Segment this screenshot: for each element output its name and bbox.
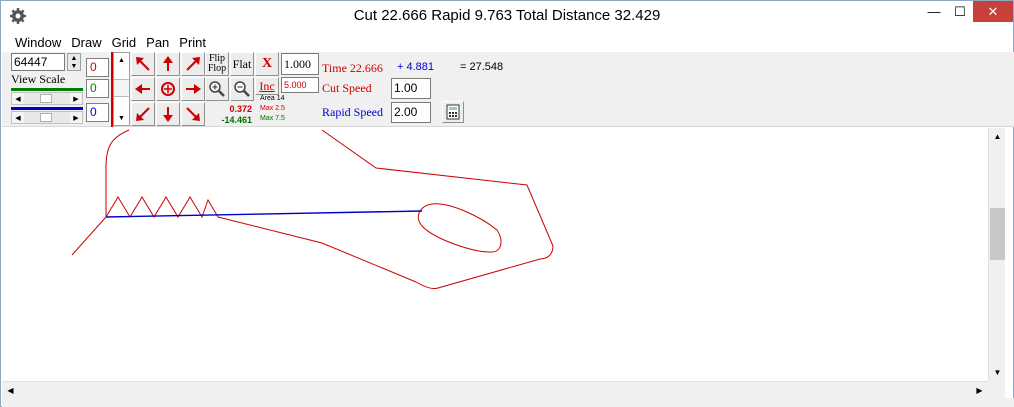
slider-right-icon[interactable]: ▶	[70, 93, 82, 104]
spin-down-icon[interactable]: ▼	[71, 63, 78, 70]
rapid-speed-input[interactable]: 2.00	[391, 102, 431, 123]
move-up-button[interactable]	[156, 52, 180, 76]
spin-up-icon[interactable]: ▲	[71, 55, 78, 62]
crosshair-icon	[161, 82, 175, 96]
arrow-down-left-icon	[136, 107, 150, 121]
zoom-out-icon	[234, 81, 250, 97]
arrow-up-left-icon	[136, 57, 150, 71]
scroll-thumb[interactable]	[114, 79, 129, 97]
arrow-right-icon	[186, 84, 201, 94]
move-down-left-button[interactable]	[131, 102, 155, 126]
move-left-button[interactable]	[131, 77, 155, 101]
arrow-left-icon	[135, 84, 150, 94]
vertical-scroll-thumb[interactable]	[990, 208, 1005, 260]
rapid-speed-label: Rapid Speed	[322, 105, 383, 119]
drawing-canvas[interactable]	[2, 128, 988, 381]
title-bar: Cut 22.666 Rapid 9.763 Total Distance 32…	[1, 1, 1013, 31]
arrow-up-right-icon	[186, 57, 200, 71]
slider-thumb[interactable]	[40, 113, 52, 122]
cut-speed-label: Cut Speed	[322, 81, 372, 95]
maximize-button[interactable]: ☐	[947, 1, 973, 22]
scale-input[interactable]: 64447	[11, 53, 65, 71]
minimize-button[interactable]: —	[921, 1, 947, 22]
horizontal-scrollbar[interactable]: ◀ ▶	[2, 381, 988, 398]
slider-left-icon[interactable]: ◀	[12, 112, 24, 123]
coord-x-value: 0.372	[229, 104, 252, 114]
move-down-right-button[interactable]	[181, 102, 205, 126]
app-window: Cut 22.666 Rapid 9.763 Total Distance 32…	[0, 0, 1014, 407]
menu-window[interactable]: Window	[2, 33, 66, 52]
cut-speed-input[interactable]: 1.00	[391, 78, 431, 99]
zoom-out-button[interactable]	[230, 77, 254, 101]
increment-button[interactable]: Inc	[255, 77, 279, 95]
increment-input[interactable]: 5.000	[281, 77, 319, 93]
coord-y-value: -14.461	[221, 115, 252, 125]
cut-path	[71, 129, 554, 289]
toolpath-drawing	[71, 129, 554, 289]
toolbar: 64447 ▲ ▼ View Scale ◀ ▶ ◀ ▶ 0 0 0 ▲ ▼ F…	[2, 52, 1014, 127]
green-slider[interactable]: ◀ ▶	[11, 92, 83, 105]
vertical-scrollbar[interactable]: ▲ ▼	[988, 128, 1005, 381]
cut-path-lead	[71, 129, 130, 256]
menu-pan[interactable]: Pan	[141, 33, 174, 52]
scroll-down-icon[interactable]: ▼	[114, 111, 129, 125]
slider-right-icon[interactable]: ▶	[70, 112, 82, 123]
zoom-in-button[interactable]	[205, 77, 229, 101]
slider-left-icon[interactable]: ◀	[12, 93, 24, 104]
move-up-left-button[interactable]	[131, 52, 155, 76]
scroll-up-icon[interactable]: ▲	[989, 128, 1006, 145]
cut-path-outline	[217, 129, 554, 289]
view-scale-label: View Scale	[11, 72, 77, 88]
menu-print[interactable]: Print	[174, 33, 211, 52]
scroll-up-icon[interactable]: ▲	[114, 53, 129, 67]
flip-flop-button[interactable]: Flip Flop	[205, 52, 229, 76]
arrow-down-right-icon	[186, 107, 200, 121]
menu-bar: Window Draw Grid Pan Print	[2, 33, 211, 52]
flat-button[interactable]: Flat	[230, 52, 254, 76]
move-right-button[interactable]	[181, 77, 205, 101]
slider-thumb[interactable]	[40, 94, 52, 103]
area-label: Area 14	[260, 95, 285, 102]
max-x-label: Max 2.5	[260, 105, 285, 112]
arrow-down-icon	[163, 107, 173, 122]
green-color-bar	[11, 88, 83, 91]
window-title: Cut 22.666 Rapid 9.763 Total Distance 32…	[353, 7, 661, 24]
blue-color-bar	[11, 107, 83, 110]
rapid-path-line	[105, 210, 423, 218]
flop-label: Flop	[207, 63, 227, 74]
cut-path-slot	[417, 203, 502, 253]
move-down-button[interactable]	[156, 102, 180, 126]
menu-draw[interactable]: Draw	[66, 33, 106, 52]
rapid-time-label: + 4.881	[397, 61, 435, 73]
blue-color-box[interactable]: 0	[86, 103, 109, 122]
scroll-left-icon[interactable]: ◀	[2, 382, 19, 399]
menu-grid[interactable]: Grid	[107, 33, 142, 52]
max-y-label: Max 7.5	[260, 115, 285, 122]
scale-spinner[interactable]: ▲ ▼	[67, 53, 81, 71]
delete-button[interactable]: X	[255, 52, 279, 76]
color-scrollbar[interactable]: ▲ ▼	[113, 52, 130, 126]
calculator-icon	[446, 104, 460, 120]
scroll-down-icon[interactable]: ▼	[989, 364, 1006, 381]
red-color-box[interactable]: 0	[86, 58, 109, 77]
calculate-button[interactable]	[442, 101, 464, 123]
blue-slider[interactable]: ◀ ▶	[11, 111, 83, 124]
arrow-up-icon	[163, 56, 173, 71]
time-label: Time 22.666	[322, 61, 383, 75]
rapid-path	[105, 210, 423, 218]
scroll-corner	[988, 381, 1005, 398]
close-button[interactable]: ✕	[973, 1, 1013, 22]
center-button[interactable]	[156, 77, 180, 101]
status-bar	[2, 398, 1014, 407]
total-time-label: = 27.548	[460, 61, 504, 73]
cut-path-teeth	[105, 196, 219, 219]
scroll-right-icon[interactable]: ▶	[971, 382, 988, 399]
green-color-box[interactable]: 0	[86, 79, 109, 98]
zoom-in-icon	[209, 81, 225, 97]
move-up-right-button[interactable]	[181, 52, 205, 76]
step-input[interactable]: 1.000	[281, 53, 319, 75]
